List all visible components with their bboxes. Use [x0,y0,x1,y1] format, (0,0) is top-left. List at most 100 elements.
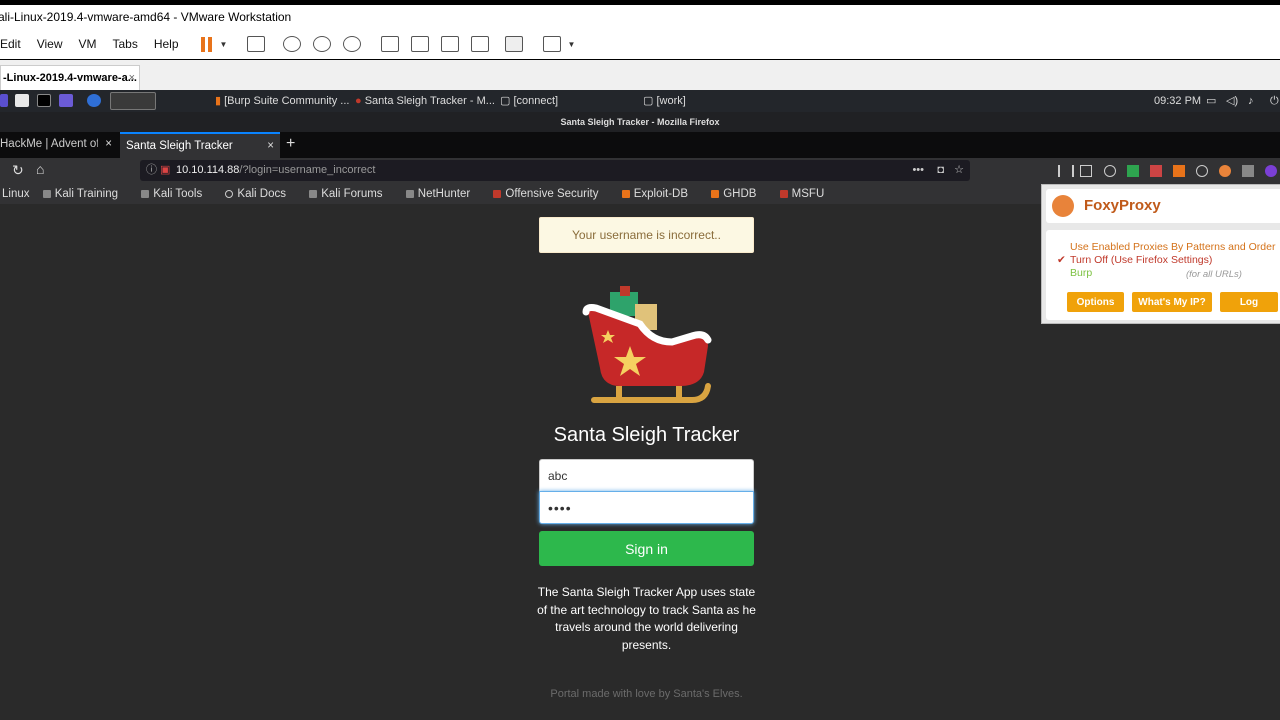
stretch-guest-icon[interactable] [543,36,562,52]
foxyproxy-options: Use Enabled Proxies By Patterns and Orde… [1046,230,1280,320]
bookmark-label: GHDB [723,188,757,200]
exploit-db-icon [621,189,630,198]
tab-close-icon[interactable]: × [267,134,274,158]
display-icon[interactable]: ▭ [1206,90,1216,112]
taskbar-firefox[interactable]: ● Santa Sleigh Tracker - M... [355,90,495,112]
library-view-icon[interactable] [381,36,400,52]
bookmark-star-icon[interactable]: ☆ [954,160,964,181]
vmware-titlebar: ali-Linux-2019.4-vmware-amd64 - VMware W… [0,5,1280,29]
bookmark-label: MSFU [791,188,825,200]
taskbar-work[interactable]: ▢ [work] [643,90,686,112]
msfu-icon [779,189,788,198]
bookmark-label: Kali Forums [321,188,383,200]
bookmark-ghdb[interactable]: GHDB [711,188,766,200]
log-button[interactable]: Log [1220,292,1278,312]
workspace-icon[interactable] [59,94,73,107]
bookmark-kali-forums[interactable]: Kali Forums [309,188,392,200]
option-patterns[interactable]: Use Enabled Proxies By Patterns and Orde… [1070,241,1275,253]
home-icon[interactable]: ⌂ [36,161,44,177]
menu-vm[interactable]: VM [70,37,104,51]
console-view-icon[interactable] [505,36,524,52]
taskbar-connect-label: [connect] [513,95,559,107]
bookmark-msfu[interactable]: MSFU [779,188,835,200]
volume-icon[interactable]: ◁) [1226,90,1238,112]
power-icon[interactable]: ⏻ [1270,90,1279,112]
fullscreen-icon[interactable] [441,36,460,52]
info-icon[interactable]: ⓘ [146,160,157,181]
snapshot-icon[interactable] [283,36,302,52]
tab-close-icon[interactable]: × [105,132,112,156]
bookmark-label: Kali Tools [153,188,203,200]
firefox-titlebar: Santa Sleigh Tracker - Mozilla Firefox [0,112,1280,132]
extension-icon[interactable] [1196,165,1208,177]
extension-icon[interactable] [1127,165,1139,177]
error-alert: Your username is incorrect.. [539,217,754,253]
password-input[interactable] [539,491,754,524]
taskbar-burp-label: [Burp Suite Community ... [224,95,350,107]
sidebar-icon[interactable] [1080,165,1092,177]
page-footer: Portal made with love by Santa's Elves. [550,688,743,700]
clock[interactable]: 09:32 PM [1154,90,1201,112]
vmware-tab-close-icon[interactable]: × [129,66,135,90]
sign-in-button[interactable]: Sign in [539,531,754,566]
taskbar-burp[interactable]: ▮ [Burp Suite Community ... [215,90,349,112]
vmware-tab-kali[interactable]: -Linux-2019.4-vmware-a... × [0,65,140,90]
tab-santa-sleigh-tracker[interactable]: Santa Sleigh Tracker × [120,132,280,158]
browser-launcher-icon[interactable] [87,94,101,107]
taskbar-firefox-label: Santa Sleigh Tracker - M... [364,95,495,107]
account-icon[interactable] [1104,165,1116,177]
file-manager-icon[interactable] [15,94,29,107]
option-turn-off[interactable]: Turn Off (Use Firefox Settings) [1070,254,1212,266]
bookmark-nethunter[interactable]: NetHunter [405,188,480,200]
globe-icon [225,189,234,198]
extension-icon[interactable] [1150,165,1162,177]
unity-icon[interactable] [471,36,490,52]
options-button[interactable]: Options [1067,292,1124,312]
option-burp-proxy[interactable]: Burp [1070,267,1092,279]
pause-icon[interactable] [200,36,212,52]
bookmark-kali-tools[interactable]: Kali Tools [141,188,212,200]
notification-bell-icon[interactable]: ♪ [1248,90,1254,112]
new-tab-button[interactable]: + [286,132,295,156]
terminal-icon[interactable] [37,94,51,107]
kali-menu-icon[interactable] [0,94,8,107]
revert-snapshot-icon[interactable] [313,36,332,52]
username-input[interactable] [539,459,754,492]
page-actions-icon[interactable]: ••• [912,160,924,181]
menu-view[interactable]: View [29,37,71,51]
library-icon[interactable] [1058,165,1074,177]
snapshot-manager-icon[interactable] [343,36,362,52]
workspace-switcher[interactable] [110,92,156,110]
reload-icon[interactable]: ↻ [12,162,24,179]
extension-icon[interactable] [1265,165,1277,177]
bookmark-label: Kali Docs [237,188,286,200]
thumbnail-view-icon[interactable] [411,36,430,52]
extension-icon[interactable] [1173,165,1185,177]
menu-help[interactable]: Help [146,37,187,51]
menu-tabs[interactable]: Tabs [104,37,145,51]
bookmark-linux[interactable]: Linux [2,188,30,200]
extension-icon[interactable] [1242,165,1254,177]
bookmark-exploit-db[interactable]: Exploit-DB [621,188,698,200]
kali-panel: ▮ [Burp Suite Community ... ● Santa Slei… [0,90,1280,112]
foxyproxy-popup: FoxyProxy Use Enabled Proxies By Pattern… [1041,184,1280,324]
foxyproxy-icon[interactable] [1219,165,1231,177]
foxyproxy-title: FoxyProxy [1084,197,1161,214]
url-bar[interactable]: ⓘ ▣ 10.10.114.88/?login=username_incorre… [140,160,970,181]
whats-my-ip-button[interactable]: What's My IP? [1132,292,1212,312]
tab-label: Santa Sleigh Tracker [126,140,233,152]
bookmark-label: Offensive Security [505,188,599,200]
bookmark-kali-training[interactable]: Kali Training [42,188,128,200]
menu-edit[interactable]: Edit [0,37,29,51]
stretch-dropdown-icon[interactable]: ▼ [567,40,575,49]
bookmark-kali-docs[interactable]: Kali Docs [225,188,296,200]
kali-icon [42,189,51,198]
bookmark-offensive-security[interactable]: Offensive Security [493,188,608,200]
send-ctrl-alt-del-icon[interactable] [247,36,266,52]
tab-hackme[interactable]: HackMe | Advent of C × [0,132,118,158]
taskbar-connect[interactable]: ▢ [connect] [500,90,558,112]
pocket-icon[interactable]: ◘ [937,160,944,181]
foxyproxy-header: FoxyProxy [1046,189,1280,223]
pause-dropdown-icon[interactable]: ▼ [220,40,228,49]
ghdb-icon [711,189,720,198]
